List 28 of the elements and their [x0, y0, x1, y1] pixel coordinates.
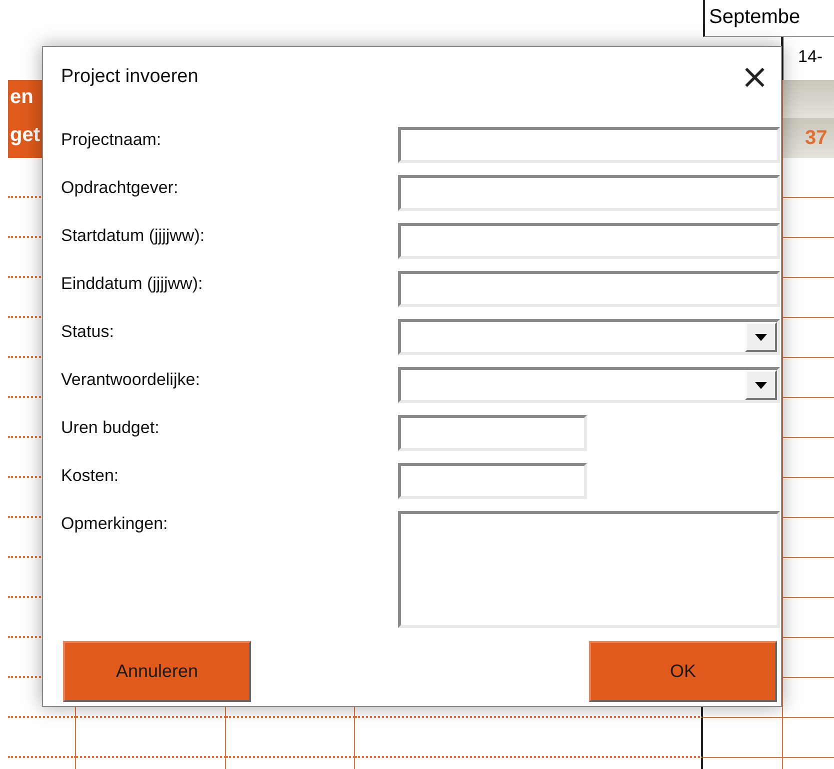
caret-icon — [755, 382, 767, 388]
input-field[interactable] — [398, 127, 780, 163]
dropdown-button[interactable] — [745, 370, 777, 400]
close-button[interactable]: × — [740, 63, 769, 91]
field-label: Verantwoordelijke: — [61, 369, 201, 391]
caret-icon — [755, 334, 767, 340]
input-field[interactable] — [398, 463, 587, 499]
month-header: Septembe — [703, 0, 834, 37]
input-field[interactable] — [398, 415, 587, 451]
text-area[interactable] — [398, 511, 780, 628]
ok-button[interactable]: OK — [589, 641, 777, 702]
field-label: Opmerkingen: — [61, 513, 169, 535]
cancel-button[interactable]: Annuleren — [63, 641, 251, 702]
field-label: Uren budget: — [61, 417, 160, 439]
table-cell — [8, 718, 76, 758]
dropdown-field[interactable] — [398, 319, 780, 355]
field-label: Einddatum (jjjjww): — [61, 273, 204, 295]
input-field[interactable] — [398, 223, 780, 259]
field-label: Opdrachtgever: — [61, 177, 180, 199]
field-label: Kosten: — [61, 465, 120, 487]
input-field[interactable] — [398, 271, 780, 307]
dropdown-button[interactable] — [745, 322, 777, 352]
field-label: Status: — [61, 321, 115, 343]
input-field[interactable] — [398, 175, 780, 211]
dropdown-field[interactable] — [398, 367, 780, 403]
total-cell: 37 — [783, 118, 834, 158]
header-cell — [783, 80, 834, 118]
field-label: Startdatum (jjjjww): — [61, 225, 206, 247]
